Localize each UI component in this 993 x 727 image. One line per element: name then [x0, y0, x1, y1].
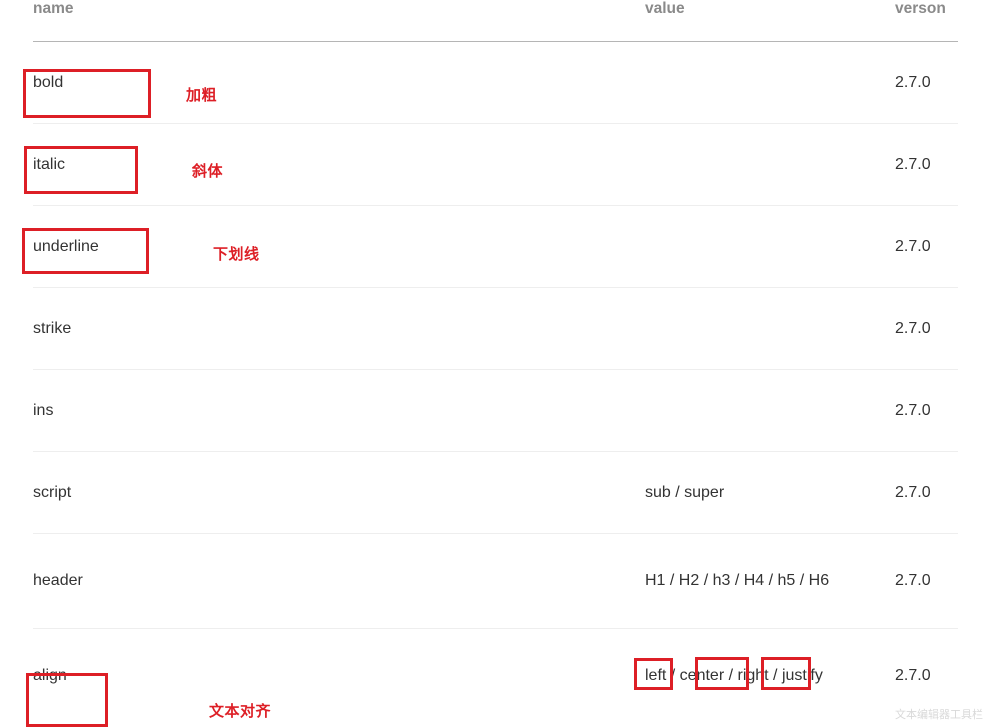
- cell-name: ins: [33, 369, 645, 452]
- cell-value: [645, 369, 895, 452]
- cell-value: sub / super: [645, 451, 895, 534]
- page-root: name value verson bold 2.7.0 italic 2.7.…: [0, 0, 993, 727]
- table-row: italic 2.7.0: [33, 123, 958, 206]
- cell-name: header: [33, 533, 645, 629]
- column-header-value: value: [645, 0, 895, 42]
- cell-name: strike: [33, 287, 645, 370]
- annotation-label-align: 文本对齐: [209, 702, 272, 720]
- cell-value: [645, 123, 895, 206]
- cell-value: H1 / H2 / h3 / H4 / h5 / H6: [645, 533, 895, 629]
- cell-name: align: [33, 667, 67, 685]
- table-row: bold 2.7.0: [33, 41, 958, 124]
- annotation-label-underline: 下划线: [213, 245, 260, 263]
- cell-value: left / center / right / justify: [645, 667, 823, 685]
- annotation-label-bold: 加粗: [186, 86, 218, 104]
- cell-version: 2.7.0: [895, 451, 958, 534]
- table-row: align left / center / right / justify 2.…: [33, 628, 958, 723]
- cell-name: italic: [33, 123, 645, 206]
- cell-value: [645, 205, 895, 288]
- cell-value: [645, 287, 895, 370]
- table-body: bold 2.7.0 italic 2.7.0 underline 2.7.0 …: [33, 41, 958, 723]
- cell-version: 2.7.0: [895, 205, 958, 288]
- cell-version: 2.7.0: [895, 41, 958, 124]
- cell-name: bold: [33, 41, 645, 124]
- table-row: strike 2.7.0: [33, 287, 958, 370]
- table-header: name value verson: [33, 0, 958, 42]
- cell-name: script: [33, 451, 645, 534]
- table-row: ins 2.7.0: [33, 369, 958, 452]
- column-header-name: name: [33, 0, 645, 42]
- cell-version: 2.7.0: [895, 123, 958, 206]
- annotation-label-italic: 斜体: [192, 162, 224, 180]
- cell-version: 2.7.0: [895, 369, 958, 452]
- table-row: underline 2.7.0: [33, 205, 958, 288]
- table-row: script sub / super 2.7.0: [33, 451, 958, 534]
- table-header-row: name value verson: [33, 0, 958, 42]
- column-header-version: verson: [895, 0, 958, 42]
- format-options-table: name value verson bold 2.7.0 italic 2.7.…: [33, 0, 958, 723]
- cell-version: 2.7.0: [895, 287, 958, 370]
- cell-version: 2.7.0: [895, 533, 958, 629]
- cell-value: [645, 41, 895, 124]
- watermark-text: 文本编辑器工具栏: [895, 708, 983, 721]
- cell-name: underline: [33, 205, 645, 288]
- table-row: header H1 / H2 / h3 / H4 / h5 / H6 2.7.0: [33, 533, 958, 629]
